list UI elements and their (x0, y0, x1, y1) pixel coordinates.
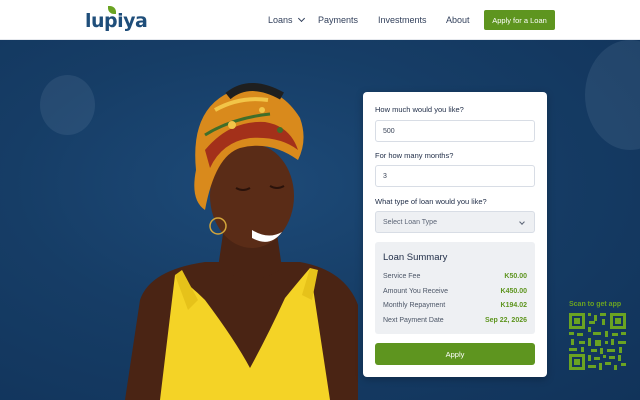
loan-type-placeholder: Select Loan Type (383, 218, 437, 226)
summary-value: K450.00 (500, 288, 527, 295)
nav-loans[interactable]: Loans (268, 0, 305, 40)
apply-button[interactable]: Apply (375, 343, 535, 365)
qr-label: Scan to get app (569, 301, 622, 308)
summary-value: K194.02 (500, 302, 527, 309)
loan-type-question: What type of loan would you like? (375, 197, 487, 206)
site-header: lupiya Loans Payments Investments About … (0, 0, 640, 40)
loan-summary-title: Loan Summary (383, 252, 448, 263)
summary-row: Monthly Repayment K194.02 (383, 302, 527, 309)
lupiya-logo[interactable]: lupiya (85, 6, 148, 32)
summary-label: Amount You Receive (383, 288, 448, 295)
amount-question: How much would you like? (375, 105, 464, 114)
months-question: For how many months? (375, 151, 454, 160)
nav-about-label: About (446, 15, 470, 25)
summary-label: Monthly Repayment (383, 302, 446, 309)
nav-payments-label: Payments (318, 15, 359, 25)
nav-loans-label: Loans (268, 15, 293, 25)
qr-code-icon[interactable] (569, 313, 626, 370)
nav-investments-label: Investments (378, 15, 427, 25)
chevron-down-icon (297, 14, 305, 23)
summary-row: Next Payment Date Sep 22, 2026 (383, 317, 527, 324)
apply-for-loan-button[interactable]: Apply for a Loan (484, 10, 555, 30)
loan-type-select[interactable]: Select Loan Type (375, 211, 535, 233)
months-input[interactable]: 3 (375, 165, 535, 187)
loan-summary-panel: Loan Summary Service Fee K50.00 Amount Y… (375, 242, 535, 334)
summary-label: Service Fee (383, 273, 421, 280)
summary-value: Sep 22, 2026 (484, 317, 527, 324)
nav-payments[interactable]: Payments (318, 0, 358, 40)
summary-label: Next Payment Date (383, 317, 444, 324)
nav-investments[interactable]: Investments (378, 0, 427, 40)
summary-value: K50.00 (504, 273, 527, 280)
amount-input[interactable]: 500 (375, 120, 535, 142)
summary-row: Amount You Receive K450.00 (383, 288, 527, 295)
loan-form-card: How much would you like? 500 For how man… (363, 92, 547, 377)
logo-text: lupiya (85, 10, 148, 32)
nav-about[interactable]: About (446, 0, 470, 40)
summary-row: Service Fee K50.00 (383, 273, 527, 280)
chevron-down-icon (519, 219, 525, 225)
